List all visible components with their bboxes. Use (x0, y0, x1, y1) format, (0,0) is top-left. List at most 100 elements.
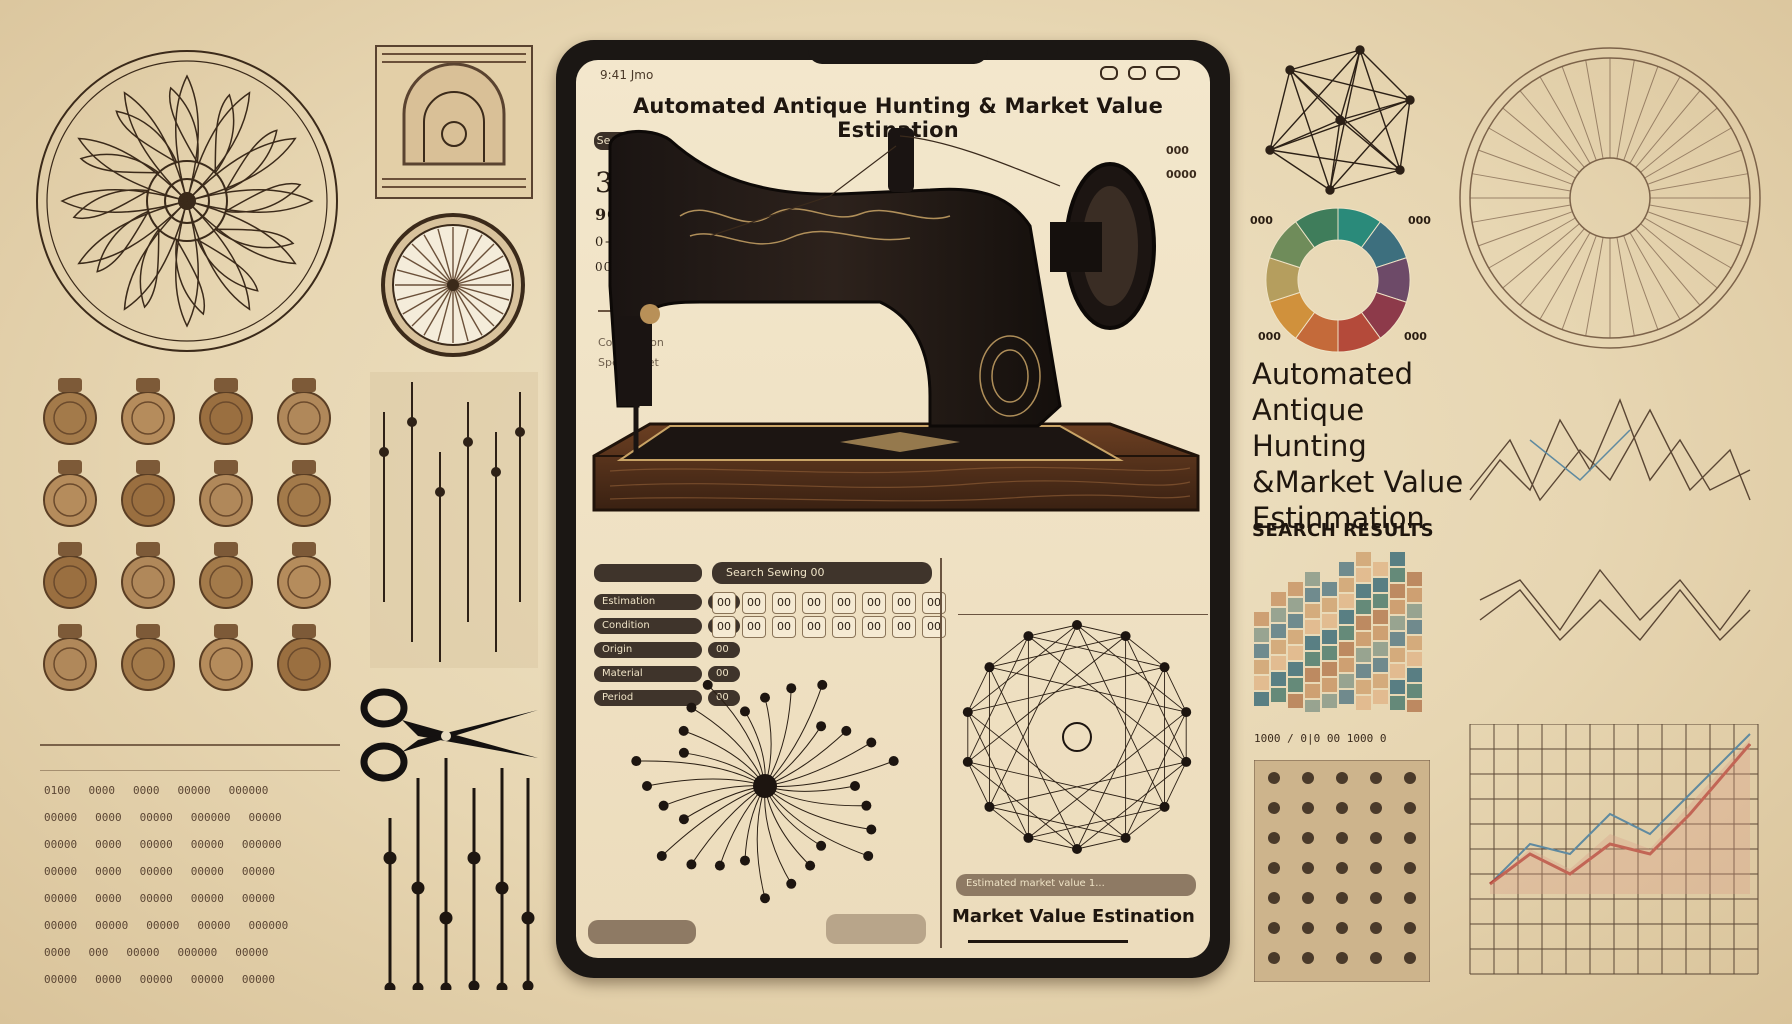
table-cell: 000000 (177, 946, 218, 959)
heat-cell (1305, 668, 1320, 682)
table-cell: 00000 (126, 946, 160, 959)
status-bar-icons (1100, 66, 1180, 80)
grid-cell[interactable]: 00 (922, 592, 946, 614)
filter-header[interactable] (594, 564, 702, 582)
results-grid-row: 00 00 00 00 00 00 00 00 (712, 616, 946, 638)
heat-cell (1373, 658, 1388, 672)
grid-cell[interactable]: 00 (772, 616, 796, 638)
radial-network-chart (631, 679, 899, 904)
coin (199, 460, 253, 527)
network-node (866, 737, 877, 748)
grid-cell[interactable]: 00 (742, 616, 766, 638)
table-row: 00000 0000 00000 00000 00000 (44, 973, 344, 986)
thumbnail-marker (1370, 862, 1382, 874)
filter-pill[interactable]: Estimation (594, 594, 702, 610)
grid-cell[interactable]: 00 (892, 592, 916, 614)
heat-cell (1373, 610, 1388, 624)
heat-cell (1322, 646, 1337, 660)
grid-cell[interactable]: 00 (802, 592, 826, 614)
grid-cell[interactable]: 00 (922, 616, 946, 638)
network-node (658, 800, 669, 811)
heat-cell (1390, 696, 1405, 710)
network-node (817, 679, 828, 690)
network-node (1181, 756, 1192, 767)
grid-cell[interactable]: 00 (712, 616, 736, 638)
sewing-machine-image (592, 128, 1200, 512)
grid-cell[interactable]: 00 (862, 592, 886, 614)
thumbnail-marker (1370, 922, 1382, 934)
coin-collection-illustration (43, 378, 331, 691)
donut-chart (1265, 207, 1411, 353)
status-bar-left: 9:41 Jmo (600, 68, 654, 82)
network-node (702, 679, 713, 690)
thumbnail-marker (1404, 802, 1416, 814)
grid-cell[interactable]: 00 (832, 616, 856, 638)
vertical-bar-chart-illustration (370, 372, 538, 668)
grid-cell[interactable]: 00 (862, 616, 886, 638)
table-cell: 00000 (95, 919, 129, 932)
heat-cell (1271, 672, 1286, 686)
thumbnail-marker (1302, 772, 1314, 784)
heat-cell (1339, 642, 1354, 656)
grid-cell[interactable]: 00 (772, 592, 796, 614)
table-cell: 00000 (190, 865, 224, 878)
grid-cell[interactable]: 00 (712, 592, 736, 614)
thumbnail-marker (1302, 802, 1314, 814)
thumbnail-marker (1268, 892, 1280, 904)
heat-cell (1254, 644, 1269, 658)
heat-cell (1288, 598, 1303, 612)
grid-cell[interactable]: 00 (802, 616, 826, 638)
heat-cell (1373, 642, 1388, 656)
heat-cell (1356, 632, 1371, 646)
heat-cell (1407, 604, 1422, 618)
network-node (962, 756, 973, 767)
heat-cell (1407, 572, 1422, 586)
heat-cell (1390, 648, 1405, 662)
headline-line: &Market Value (1252, 465, 1464, 499)
thumbnail-marker (1268, 922, 1280, 934)
coin (43, 624, 97, 691)
grid-cell[interactable]: 00 (742, 592, 766, 614)
thumbnail-marker (1404, 892, 1416, 904)
market-bar-label: Estimated market value 1... (966, 878, 1105, 889)
thumbnail-marker (1302, 892, 1314, 904)
network-node (678, 814, 689, 825)
thumbnail-marker (1336, 832, 1348, 844)
thumbnail-marker (1404, 862, 1416, 874)
heat-cell (1305, 572, 1320, 586)
thumbnail-marker (1404, 772, 1416, 784)
thumbnail-marker (1336, 952, 1348, 964)
heat-cell (1288, 662, 1303, 676)
coin (199, 624, 253, 691)
heat-cell (1339, 578, 1354, 592)
market-value-bar: Estimated market value 1... (956, 874, 1196, 896)
network-node (1120, 832, 1131, 843)
back-button[interactable] (588, 920, 696, 944)
filter-pill[interactable]: Condition (594, 618, 702, 634)
network-node (1159, 801, 1170, 812)
network-node (805, 860, 816, 871)
table-cell: 0000 (95, 892, 122, 905)
table-cell: 00000 (139, 865, 173, 878)
table-cell: 00000 (139, 838, 173, 851)
grid-cell[interactable]: 00 (832, 592, 856, 614)
table-row: 0000000000000000000000000 (44, 838, 344, 851)
heat-cell (1305, 652, 1320, 666)
action-button[interactable] (826, 914, 926, 944)
coin (43, 460, 97, 527)
network-node (866, 824, 877, 835)
thumbnail-marker (1302, 952, 1314, 964)
table-cell: 00000 (139, 811, 173, 824)
heat-cell (1305, 604, 1320, 618)
heat-cell (1390, 664, 1405, 678)
search-input[interactable]: Search Sewing 00 (712, 562, 932, 584)
results-caption: 1000 / 0|0 00 1000 0 (1254, 732, 1387, 745)
thumbnail-marker (1336, 862, 1348, 874)
grid-cell[interactable]: 00 (892, 616, 916, 638)
heat-cell (1322, 598, 1337, 612)
heat-cell (1288, 694, 1303, 708)
table-cell: 00000 (177, 784, 211, 797)
table-row: 0000 000 00000 000000 00000 (44, 946, 344, 959)
heat-cell (1271, 624, 1286, 638)
thumbnail-marker (1404, 922, 1416, 934)
